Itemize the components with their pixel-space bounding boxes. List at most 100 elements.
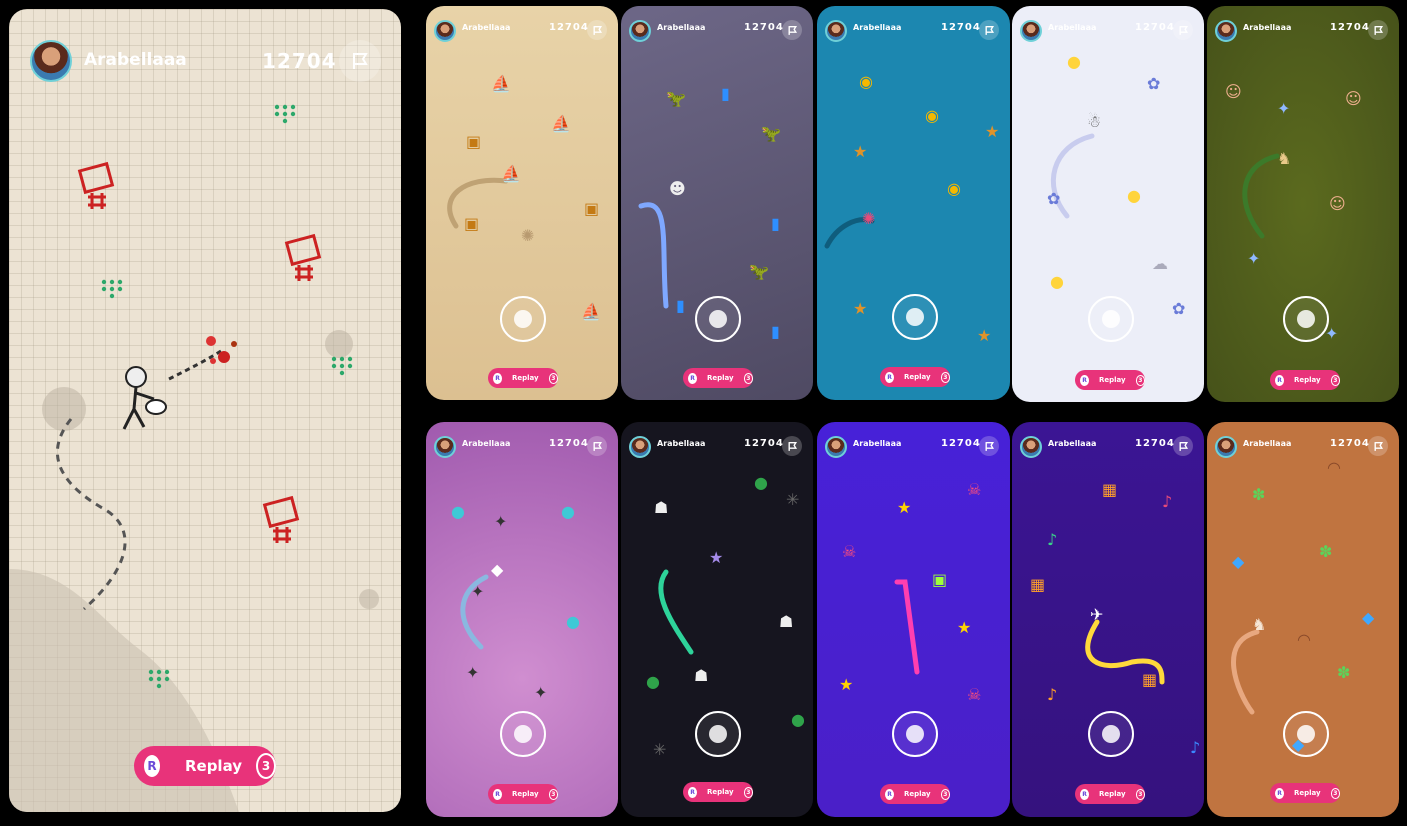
hud: Arabellaaa 12704 [621, 6, 813, 46]
replay-button[interactable]: R Replay 3 [683, 782, 753, 802]
hud: Arabellaaa 12704 [1012, 422, 1204, 462]
rock-icon: ◠ [1327, 458, 1341, 477]
player-name: Arabellaaa [657, 439, 706, 448]
joystick[interactable] [892, 294, 938, 340]
replay-label: Replay [1294, 789, 1321, 797]
player-name: Arabellaaa [462, 23, 511, 32]
avatar[interactable] [1215, 436, 1237, 458]
flower-icon: ✿ [1047, 189, 1061, 208]
ghost-icon: ☗ [694, 666, 709, 685]
star-icon: ★ [957, 618, 972, 637]
joystick-knob[interactable] [1102, 725, 1120, 743]
avatar[interactable] [434, 436, 456, 458]
flag-button[interactable] [587, 436, 607, 456]
joystick-knob[interactable] [709, 310, 727, 328]
star-icon: ★ [897, 498, 912, 517]
avatar[interactable] [629, 20, 651, 42]
joystick-knob[interactable] [1102, 310, 1120, 328]
cactus-icon: ✽ [1252, 485, 1266, 504]
treasure-chest-icon: ▣ [466, 132, 482, 151]
rock-icon: ◠ [1297, 630, 1311, 649]
submarine-icon: ◉ [859, 72, 873, 91]
ship-icon: ⛵ [491, 74, 511, 93]
starfish-icon: ★ [977, 326, 992, 345]
replay-badge-icon: R [1275, 787, 1284, 799]
flag-icon [1374, 441, 1383, 451]
replay-button[interactable]: R Replay 3 [1075, 370, 1145, 390]
lollipop-icon: ● [566, 612, 580, 631]
score: 12704 [744, 438, 784, 449]
replay-button[interactable]: R Replay 3 [1270, 370, 1340, 390]
joystick[interactable] [695, 711, 741, 757]
flag-button[interactable] [979, 436, 999, 456]
flag-button[interactable] [782, 436, 802, 456]
replay-button[interactable]: R Replay 3 [880, 784, 950, 804]
joystick-knob[interactable] [514, 725, 532, 743]
avatar[interactable] [1020, 436, 1042, 458]
replay-count: 3 [743, 372, 753, 384]
game-panel-ghost-dark: Arabellaaa 12704 R Replay 3 ☗ ☗ ☗ ● ● ● ✳ ✳ ★ [621, 422, 813, 817]
score: 12704 [941, 22, 981, 33]
joystick[interactable] [1088, 711, 1134, 757]
score: 12704 [1135, 438, 1175, 449]
joystick[interactable] [500, 296, 546, 342]
witch-player-icon: ★ [709, 548, 724, 567]
joystick[interactable] [1283, 711, 1329, 757]
avatar[interactable] [1020, 20, 1042, 42]
flag-button[interactable] [979, 20, 999, 40]
hud: Arabellaaa 12704 [426, 422, 618, 462]
joystick-knob[interactable] [906, 725, 924, 743]
flag-icon [593, 441, 602, 451]
replay-count: 3 [940, 788, 950, 800]
avatar[interactable] [1215, 20, 1237, 42]
avatar[interactable] [434, 20, 456, 42]
joystick-knob[interactable] [1297, 310, 1315, 328]
player-name: Arabellaaa [853, 439, 902, 448]
avatar[interactable] [30, 40, 72, 82]
octopus-icon: ✺ [521, 226, 535, 245]
avatar[interactable] [629, 436, 651, 458]
tooth-player-icon: ◆ [491, 560, 504, 579]
ghost-icon: ☗ [779, 612, 794, 631]
flag-button[interactable] [1368, 436, 1388, 456]
flower-icon: ✿ [1147, 74, 1161, 93]
flag-button[interactable] [339, 40, 381, 82]
radio-icon: ▦ [1102, 480, 1118, 499]
joystick-knob[interactable] [514, 310, 532, 328]
avatar[interactable] [825, 436, 847, 458]
joystick[interactable] [1088, 296, 1134, 342]
flag-icon [1374, 25, 1383, 35]
replay-button[interactable]: R Replay 3 [1270, 783, 1340, 803]
joystick-knob[interactable] [709, 725, 727, 743]
avatar[interactable] [825, 20, 847, 42]
person-icon: ☺ [1329, 194, 1346, 213]
flag-button[interactable] [587, 20, 607, 40]
replay-button[interactable]: R Replay 3 [134, 746, 276, 786]
angry-face-enemy-icon [284, 233, 322, 281]
bone-icon: ✦ [1325, 324, 1339, 343]
dinosaur-icon: 🦖 [761, 124, 781, 143]
replay-label: Replay [707, 374, 734, 382]
replay-button[interactable]: R Replay 3 [1075, 784, 1145, 804]
candy-star-icon: ✦ [494, 512, 508, 531]
player-name: Arabellaaa [462, 439, 511, 448]
joystick[interactable] [500, 711, 546, 757]
replay-badge-icon: R [885, 788, 894, 800]
flag-button[interactable] [1173, 20, 1193, 40]
joystick[interactable] [892, 711, 938, 757]
score: 12704 [941, 438, 981, 449]
hud: Arabellaaa 12704 [9, 9, 401, 82]
flag-button[interactable] [1368, 20, 1388, 40]
flag-button[interactable] [782, 20, 802, 40]
replay-button[interactable]: R Replay 3 [683, 368, 753, 388]
replay-button[interactable]: R Replay 3 [488, 784, 558, 804]
joystick[interactable] [1283, 296, 1329, 342]
ship-player-icon: ⛵ [501, 164, 521, 183]
replay-button[interactable]: R Replay 3 [880, 367, 950, 387]
flag-button[interactable] [1173, 436, 1193, 456]
replay-count: 3 [548, 788, 558, 800]
joystick[interactable] [695, 296, 741, 342]
joystick-knob[interactable] [906, 308, 924, 326]
candy-star-icon: ✦ [466, 663, 480, 682]
replay-button[interactable]: R Replay 3 [488, 368, 558, 388]
